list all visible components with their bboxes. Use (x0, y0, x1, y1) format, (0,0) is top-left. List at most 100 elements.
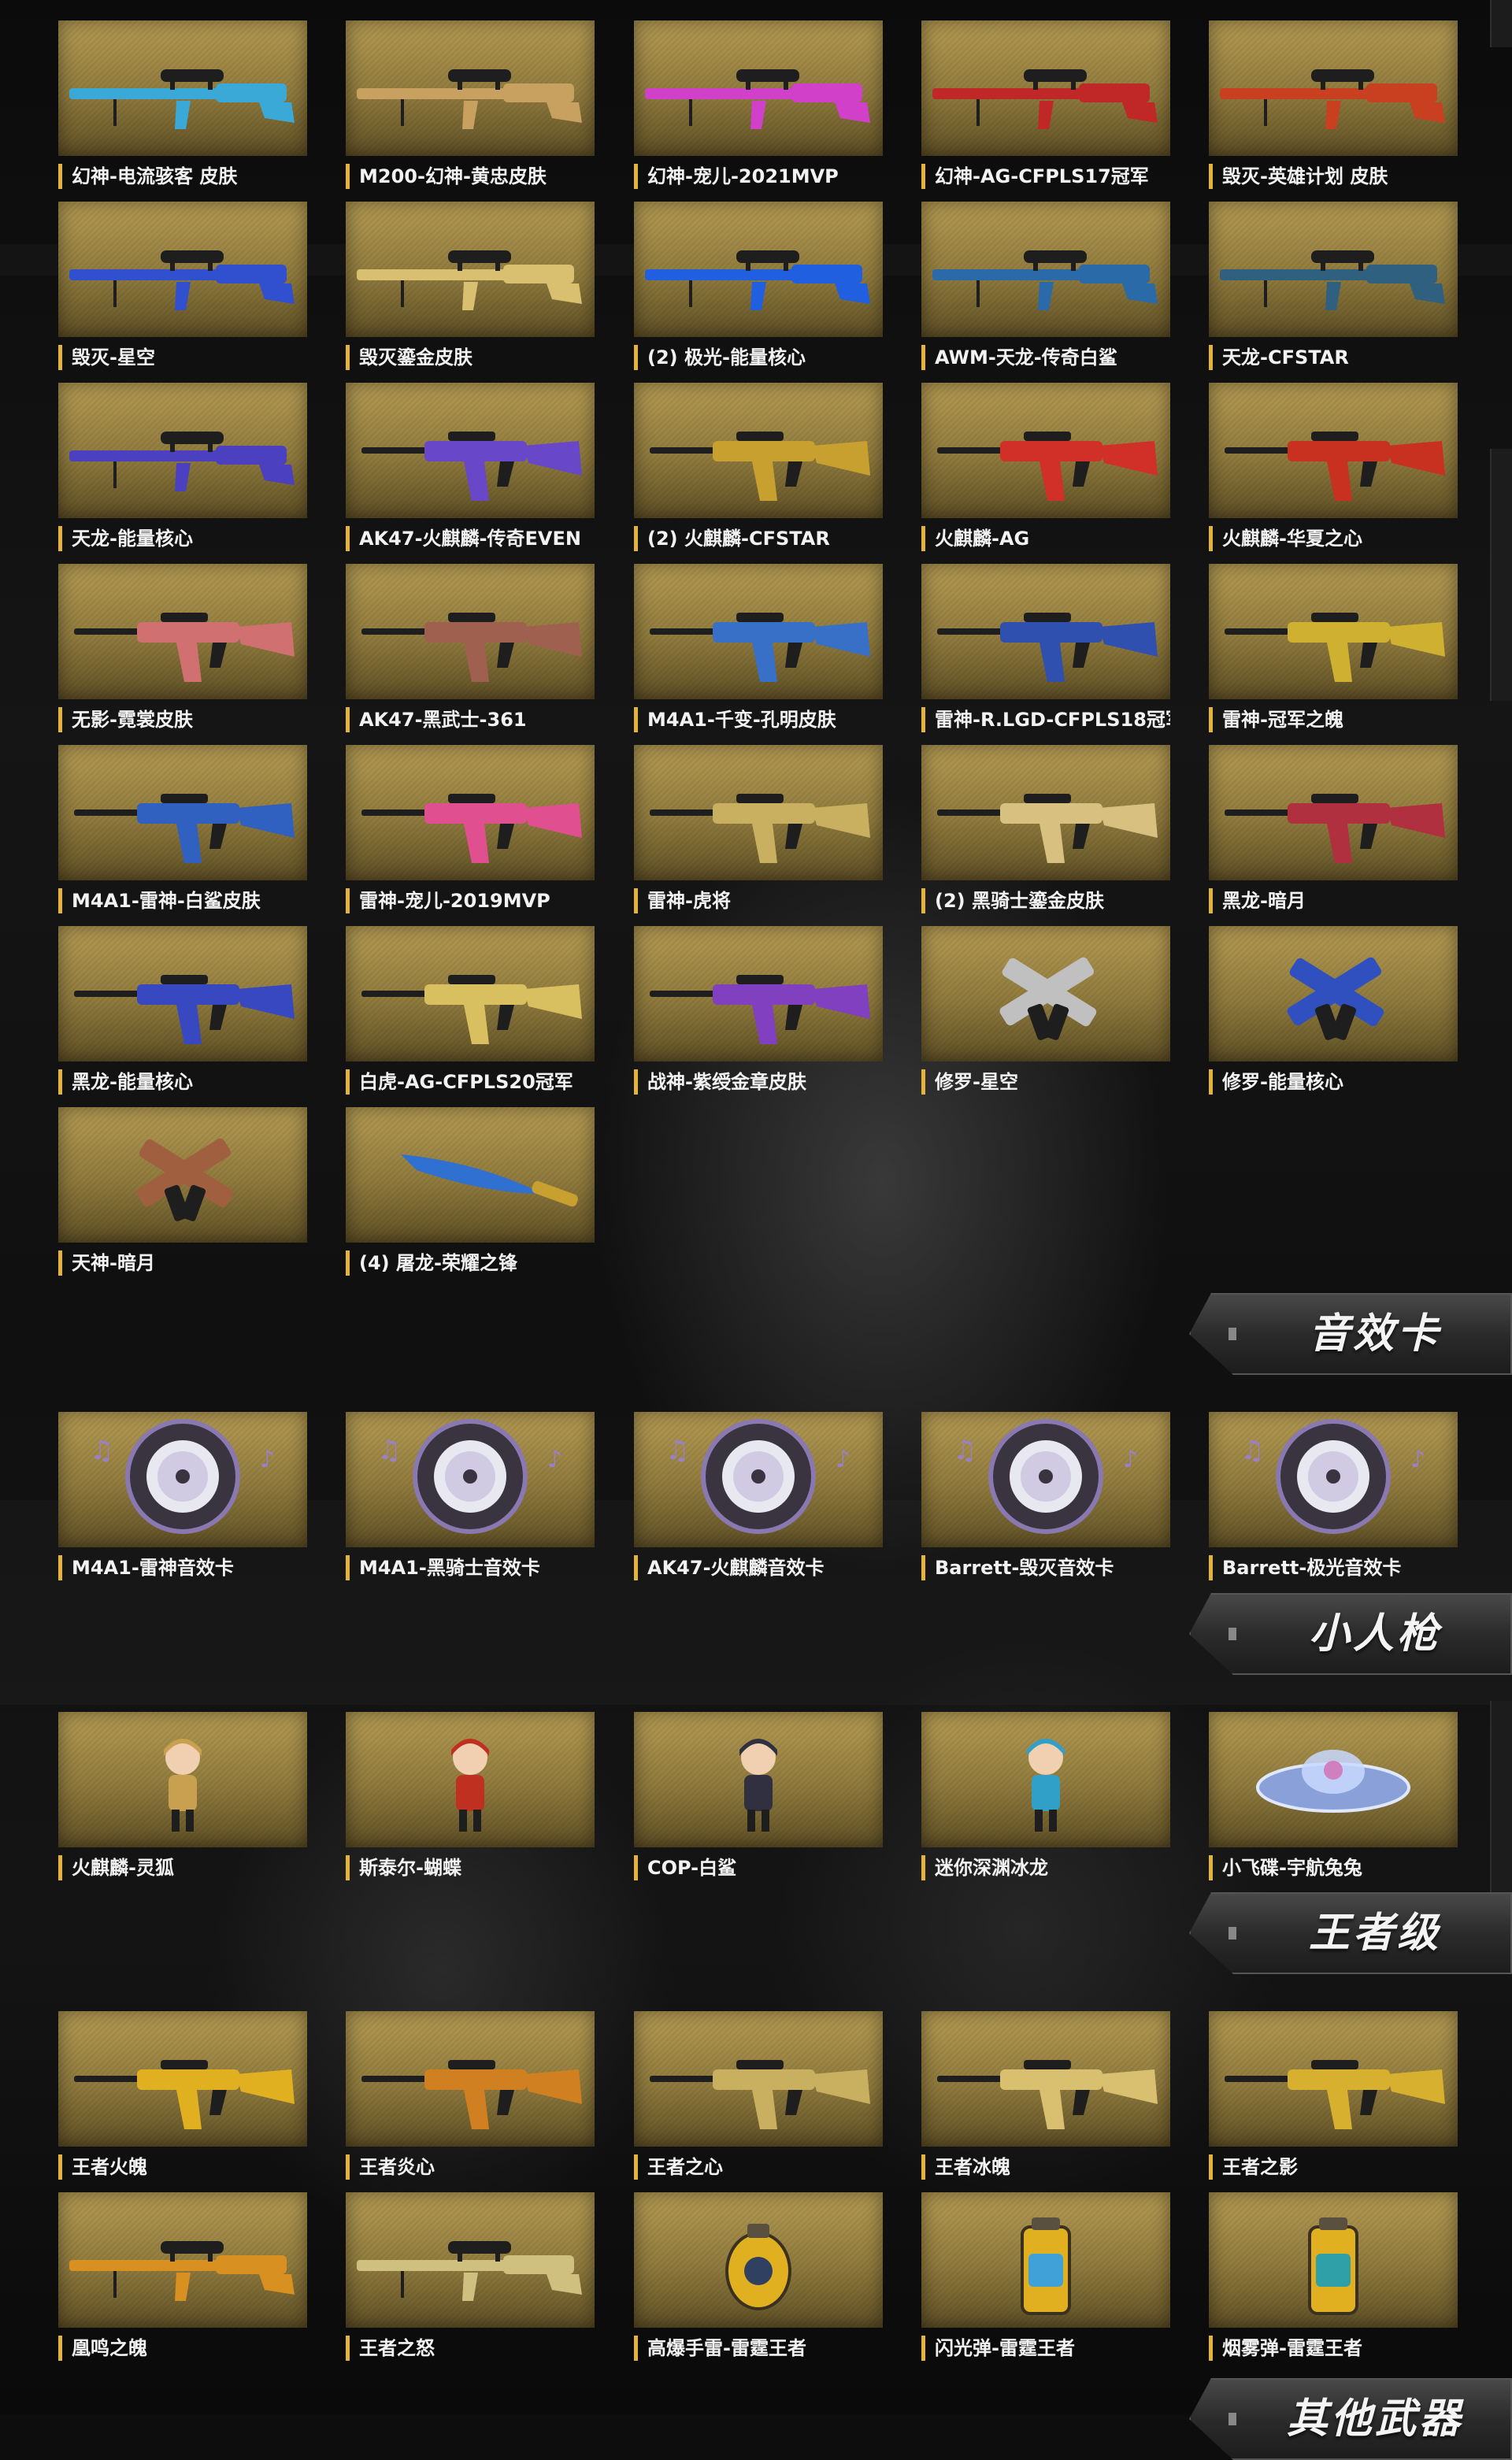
flashbang-icon (1021, 2217, 1071, 2315)
mini-character-icon (739, 1739, 777, 1832)
item-label: 王者火魄 (58, 2154, 307, 2180)
item-label: 战神-紫绶金章皮肤 (634, 1069, 883, 1095)
item-card[interactable]: (2) 火麒麟-CFSTAR (634, 383, 883, 559)
svg-text:♪: ♪ (547, 1446, 562, 1473)
assault-rifle-icon (74, 613, 295, 682)
item-card[interactable]: 毁灭-星空 (58, 202, 307, 378)
item-thumbnail (634, 1712, 883, 1847)
item-label: 无影-霓裳皮肤 (58, 707, 307, 732)
item-card[interactable]: AK47-黑武士-361 (346, 564, 595, 740)
item-card[interactable]: 斯泰尔-蝴蝶 (346, 1712, 595, 1888)
item-card[interactable]: 战神-紫绶金章皮肤 (634, 926, 883, 1102)
assault-rifle-icon (937, 794, 1158, 863)
item-card[interactable]: (2) 黑骑士鎏金皮肤 (921, 745, 1170, 921)
dual-pistols-icon (136, 1138, 234, 1221)
item-label: AK47-火麒麟音效卡 (634, 1555, 883, 1580)
item-card[interactable]: 王者冰魄 (921, 2011, 1170, 2188)
item-thumbnail: ♫ ♪ (921, 1412, 1170, 1547)
sniper-rifle-icon (645, 69, 870, 129)
item-label: 雷神-R.LGD-CFPLS18冠军 (921, 707, 1170, 732)
item-card[interactable]: 毁灭-英雄计划 皮肤 (1209, 20, 1458, 197)
item-thumbnail (921, 926, 1170, 1061)
item-card[interactable]: 火麒麟-华夏之心 (1209, 383, 1458, 559)
item-card[interactable]: 修罗-能量核心 (1209, 926, 1458, 1102)
assault-rifle-icon (361, 432, 582, 501)
item-card[interactable]: 白虎-AG-CFPLS20冠军 (346, 926, 595, 1102)
music-disc-icon: ♫ ♪ (665, 1419, 850, 1534)
item-card[interactable]: (2) 极光-能量核心 (634, 202, 883, 378)
item-card[interactable]: 无影-霓裳皮肤 (58, 564, 307, 740)
item-label: 王者之心 (634, 2154, 883, 2180)
item-card[interactable]: 凰鸣之魄 (58, 2192, 307, 2369)
item-label: 小飞碟-宇航兔兔 (1209, 1855, 1458, 1880)
section-header: 小人枪 (1189, 1593, 1512, 1675)
item-label: 天龙-能量核心 (58, 526, 307, 551)
item-card[interactable]: ♫ ♪ Barrett-毁灭音效卡 (921, 1412, 1170, 1588)
item-card[interactable]: ♫ ♪ Barrett-极光音效卡 (1209, 1412, 1458, 1588)
item-card[interactable]: 幻神-AG-CFPLS17冠军 (921, 20, 1170, 197)
item-label: 迷你深渊冰龙 (921, 1855, 1170, 1880)
item-card[interactable]: 幻神-宠儿-2021MVP (634, 20, 883, 197)
item-thumbnail (58, 564, 307, 699)
item-card[interactable]: 王者炎心 (346, 2011, 595, 2188)
item-card[interactable]: 天龙-CFSTAR (1209, 202, 1458, 378)
item-card[interactable]: 修罗-星空 (921, 926, 1170, 1102)
item-card[interactable]: ♫ ♪ AK47-火麒麟音效卡 (634, 1412, 883, 1588)
item-card[interactable]: 王者之影 (1209, 2011, 1458, 2188)
item-card[interactable]: 火麒麟-AG (921, 383, 1170, 559)
item-card[interactable]: 迷你深渊冰龙 (921, 1712, 1170, 1888)
item-card[interactable]: ♫ ♪ M4A1-雷神音效卡 (58, 1412, 307, 1588)
item-card[interactable]: 幻神-电流骇客 皮肤 (58, 20, 307, 197)
item-thumbnail (921, 745, 1170, 880)
item-label: 闪光弹-雷霆王者 (921, 2336, 1170, 2361)
item-card[interactable]: (4) 屠龙-荣耀之锋 (346, 1107, 595, 1284)
item-card[interactable]: 高爆手雷-雷霆王者 (634, 2192, 883, 2369)
item-card[interactable]: M4A1-千变-孔明皮肤 (634, 564, 883, 740)
item-label: 白虎-AG-CFPLS20冠军 (346, 1069, 595, 1095)
item-card[interactable]: AWM-天龙-传奇白鲨 (921, 202, 1170, 378)
item-thumbnail (921, 564, 1170, 699)
item-card[interactable]: COP-白鲨 (634, 1712, 883, 1888)
item-label: AK47-火麒麟-传奇EVEN (346, 526, 595, 551)
item-label: M4A1-黑骑士音效卡 (346, 1555, 595, 1580)
item-card[interactable]: 黑龙-暗月 (1209, 745, 1458, 921)
item-label: AWM-天龙-传奇白鲨 (921, 345, 1170, 370)
item-thumbnail (58, 2011, 307, 2147)
item-thumbnail (58, 2192, 307, 2328)
item-card[interactable]: 黑龙-能量核心 (58, 926, 307, 1102)
item-card[interactable]: 小飞碟-宇航兔兔 (1209, 1712, 1458, 1888)
item-label: M4A1-雷神-白鲨皮肤 (58, 888, 307, 913)
assault-rifle-icon (650, 432, 870, 501)
item-thumbnail (58, 20, 307, 156)
item-thumbnail (1209, 2011, 1458, 2147)
item-label: 王者之怒 (346, 2336, 595, 2361)
item-label: 幻神-电流骇客 皮肤 (58, 164, 307, 189)
item-card[interactable]: AK47-火麒麟-传奇EVEN (346, 383, 595, 559)
item-card[interactable]: 王者之心 (634, 2011, 883, 2188)
item-card[interactable]: M4A1-雷神-白鲨皮肤 (58, 745, 307, 921)
item-card[interactable]: ♫ ♪ M4A1-黑骑士音效卡 (346, 1412, 595, 1588)
item-card[interactable]: 天神-暗月 (58, 1107, 307, 1284)
section-header-tick (1228, 1927, 1236, 1939)
item-thumbnail: ♫ ♪ (634, 1412, 883, 1547)
svg-text:♫: ♫ (90, 1435, 113, 1466)
item-card[interactable]: 火麒麟-灵狐 (58, 1712, 307, 1888)
item-thumbnail (1209, 745, 1458, 880)
item-card[interactable]: 毁灭鎏金皮肤 (346, 202, 595, 378)
item-card[interactable]: 天龙-能量核心 (58, 383, 307, 559)
item-card[interactable]: 王者火魄 (58, 2011, 307, 2188)
item-card[interactable]: 雷神-R.LGD-CFPLS18冠军 (921, 564, 1170, 740)
skin-catalog: 幻神-电流骇客 皮肤 M200-幻神-黄忠皮肤 幻神-宠儿-2021MVP 幻神-AG… (0, 0, 1512, 2460)
item-thumbnail: ♫ ♪ (58, 1412, 307, 1547)
item-label: 王者之影 (1209, 2154, 1458, 2180)
item-card[interactable]: M200-幻神-黄忠皮肤 (346, 20, 595, 197)
item-card[interactable]: 雷神-宠儿-2019MVP (346, 745, 595, 921)
item-thumbnail (634, 2192, 883, 2328)
item-label: 毁灭鎏金皮肤 (346, 345, 595, 370)
item-card[interactable]: 雷神-虎将 (634, 745, 883, 921)
assault-rifle-icon (650, 613, 870, 682)
item-card[interactable]: 王者之怒 (346, 2192, 595, 2369)
item-card[interactable]: 雷神-冠军之魄 (1209, 564, 1458, 740)
item-card[interactable]: 烟雾弹-雷霆王者 (1209, 2192, 1458, 2369)
item-card[interactable]: 闪光弹-雷霆王者 (921, 2192, 1170, 2369)
